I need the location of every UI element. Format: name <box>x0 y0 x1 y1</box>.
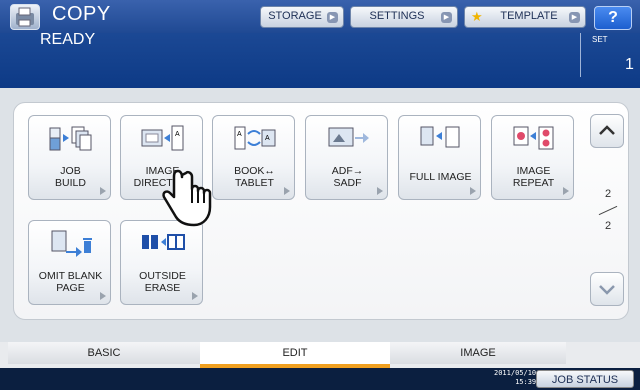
svg-text:A: A <box>237 131 242 138</box>
job-build-icon <box>49 126 92 151</box>
help-button[interactable]: ? <box>594 6 632 30</box>
book-tablet-button[interactable]: A A BOOK↔ TABLET <box>212 115 295 200</box>
expand-arrow-icon <box>377 187 383 195</box>
image-repeat-button[interactable]: IMAGE REPEAT <box>491 115 574 200</box>
book-tablet-label-1: BOOK↔ <box>234 165 275 177</box>
job-build-label-1: JOB <box>60 165 81 177</box>
hand-pointer-icon <box>162 169 212 227</box>
arrow-right-icon: ▶ <box>441 12 452 23</box>
scroll-up-button[interactable] <box>590 114 624 148</box>
storage-button[interactable]: STORAGE ▶ <box>260 6 344 28</box>
set-label: SET <box>592 35 608 44</box>
page-current: 2 <box>605 188 612 200</box>
omit-blank-page-label-1: OMIT BLANK <box>38 270 103 282</box>
full-image-label: FULL IMAGE <box>409 171 472 183</box>
scroll-down-button[interactable] <box>590 272 624 306</box>
app-title: COPY <box>52 3 111 25</box>
tab-edit[interactable]: EDIT <box>200 342 390 368</box>
tab-basic[interactable]: BASIC <box>8 342 200 364</box>
page-total: 2 <box>605 220 612 232</box>
settings-button[interactable]: SETTINGS ▶ <box>350 6 458 28</box>
expand-arrow-icon <box>100 187 106 195</box>
template-button-label: TEMPLATE <box>500 10 558 22</box>
date-time: 2011/05/10 15:39 <box>494 369 536 387</box>
svg-text:A: A <box>265 135 270 142</box>
outside-erase-icon <box>142 234 185 250</box>
full-image-icon <box>420 126 460 148</box>
outside-erase-button[interactable]: OUTSIDE ERASE <box>120 220 203 305</box>
expand-arrow-icon <box>563 187 569 195</box>
arrow-right-icon: ▶ <box>327 12 338 23</box>
job-status-button[interactable]: JOB STATUS <box>536 370 634 388</box>
image-repeat-icon <box>513 126 554 150</box>
omit-blank-page-icon <box>51 230 92 257</box>
book-tablet-icon: A A <box>234 126 276 150</box>
chevron-down-icon <box>599 285 615 295</box>
image-repeat-label-1: IMAGE <box>516 165 551 177</box>
settings-button-label: SETTINGS <box>369 10 425 22</box>
set-divider <box>580 33 581 77</box>
adf-sadf-button[interactable]: ADF→ SADF <box>305 115 388 200</box>
current-date: 2011/05/10 <box>494 369 537 377</box>
expand-arrow-icon <box>100 292 106 300</box>
outside-erase-label-1: OUTSIDE <box>139 270 186 282</box>
chevron-up-icon <box>599 125 615 135</box>
expand-arrow-icon <box>284 187 290 195</box>
svg-text:A: A <box>175 131 180 138</box>
expand-arrow-icon <box>192 292 198 300</box>
expand-arrow-icon <box>470 187 476 195</box>
current-time: 15:39 <box>515 378 537 386</box>
full-image-button[interactable]: FULL IMAGE <box>398 115 481 200</box>
job-build-button[interactable]: JOB BUILD <box>28 115 111 200</box>
storage-button-label: STORAGE <box>268 10 322 22</box>
set-count: 1 <box>625 56 634 73</box>
template-button[interactable]: ★ TEMPLATE ▶ <box>464 6 586 28</box>
image-direction-icon: A <box>141 125 184 151</box>
omit-blank-page-button[interactable]: OMIT BLANK PAGE <box>28 220 111 305</box>
arrow-right-icon: ▶ <box>569 12 580 23</box>
adf-sadf-label-1: ADF→ <box>331 165 364 177</box>
tab-image[interactable]: IMAGE <box>390 342 566 364</box>
adf-sadf-icon <box>328 127 369 147</box>
copy-app-icon <box>10 4 40 30</box>
star-icon: ★ <box>471 9 483 24</box>
machine-status: READY <box>40 31 96 48</box>
